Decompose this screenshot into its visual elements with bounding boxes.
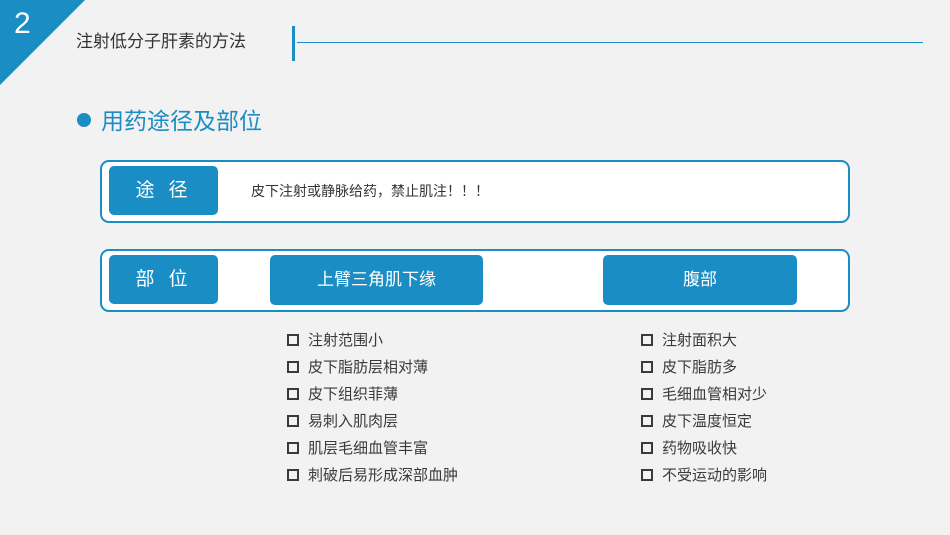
list-item-text: 皮下脂肪多 — [662, 357, 738, 376]
checkbox-square-icon — [287, 441, 299, 454]
list-item: 皮下温度恒定 — [641, 407, 767, 434]
slide-title: 注射低分子肝素的方法 — [76, 32, 246, 52]
list-item: 不受运动的影响 — [641, 461, 767, 488]
checkbox-square-icon — [287, 414, 299, 427]
list-item: 肌层毛细血管丰富 — [287, 434, 458, 461]
checkbox-square-icon — [641, 441, 653, 454]
list-item-text: 毛细血管相对少 — [662, 384, 768, 403]
checkbox-square-icon — [641, 414, 653, 427]
list-item-text: 皮下脂肪层相对薄 — [308, 357, 429, 376]
checkbox-square-icon — [641, 468, 653, 481]
upper-arm-points-list: 注射范围小 皮下脂肪层相对薄 皮下组织菲薄 易刺入肌肉层 肌层毛细血管丰富 刺破… — [287, 326, 458, 488]
route-text: 皮下注射或静脉给药，禁止肌注！！！ — [251, 184, 489, 200]
checkbox-square-icon — [287, 468, 299, 481]
checkbox-square-icon — [641, 360, 653, 373]
list-item-text: 不受运动的影响 — [662, 465, 768, 484]
abdomen-points-list: 注射面积大 皮下脂肪多 毛细血管相对少 皮下温度恒定 药物吸收快 不受运动的影响 — [641, 326, 767, 488]
checkbox-square-icon — [287, 360, 299, 373]
list-item-text: 皮下温度恒定 — [662, 411, 753, 430]
site-abdomen-button: 腹部 — [603, 255, 797, 305]
site-upper-arm-button: 上臂三角肌下缘 — [270, 255, 483, 305]
list-item-text: 易刺入肌肉层 — [308, 411, 399, 430]
route-label: 途 径 — [109, 166, 218, 215]
list-item: 皮下脂肪层相对薄 — [287, 353, 458, 380]
list-item: 药物吸收快 — [641, 434, 767, 461]
checkbox-square-icon — [287, 333, 299, 346]
list-item-text: 肌层毛细血管丰富 — [308, 438, 429, 457]
list-item: 易刺入肌肉层 — [287, 407, 458, 434]
list-item-text: 药物吸收快 — [662, 438, 738, 457]
list-item: 皮下组织菲薄 — [287, 380, 458, 407]
list-item: 注射面积大 — [641, 326, 767, 353]
title-divider-bar — [292, 26, 295, 61]
section-heading: 用药途径及部位 — [101, 109, 262, 135]
checkbox-square-icon — [641, 387, 653, 400]
list-item-text: 注射面积大 — [662, 330, 738, 349]
corner-triangle — [0, 0, 85, 85]
slide-number: 2 — [14, 7, 31, 40]
checkbox-square-icon — [287, 387, 299, 400]
site-label: 部 位 — [109, 255, 218, 304]
list-item: 注射范围小 — [287, 326, 458, 353]
bullet-circle-icon — [77, 113, 91, 127]
checkbox-square-icon — [641, 333, 653, 346]
title-underline — [297, 42, 923, 43]
list-item: 毛细血管相对少 — [641, 380, 767, 407]
list-item-text: 刺破后易形成深部血肿 — [308, 465, 459, 484]
list-item: 皮下脂肪多 — [641, 353, 767, 380]
list-item-text: 皮下组织菲薄 — [308, 384, 399, 403]
list-item-text: 注射范围小 — [308, 330, 384, 349]
list-item: 刺破后易形成深部血肿 — [287, 461, 458, 488]
